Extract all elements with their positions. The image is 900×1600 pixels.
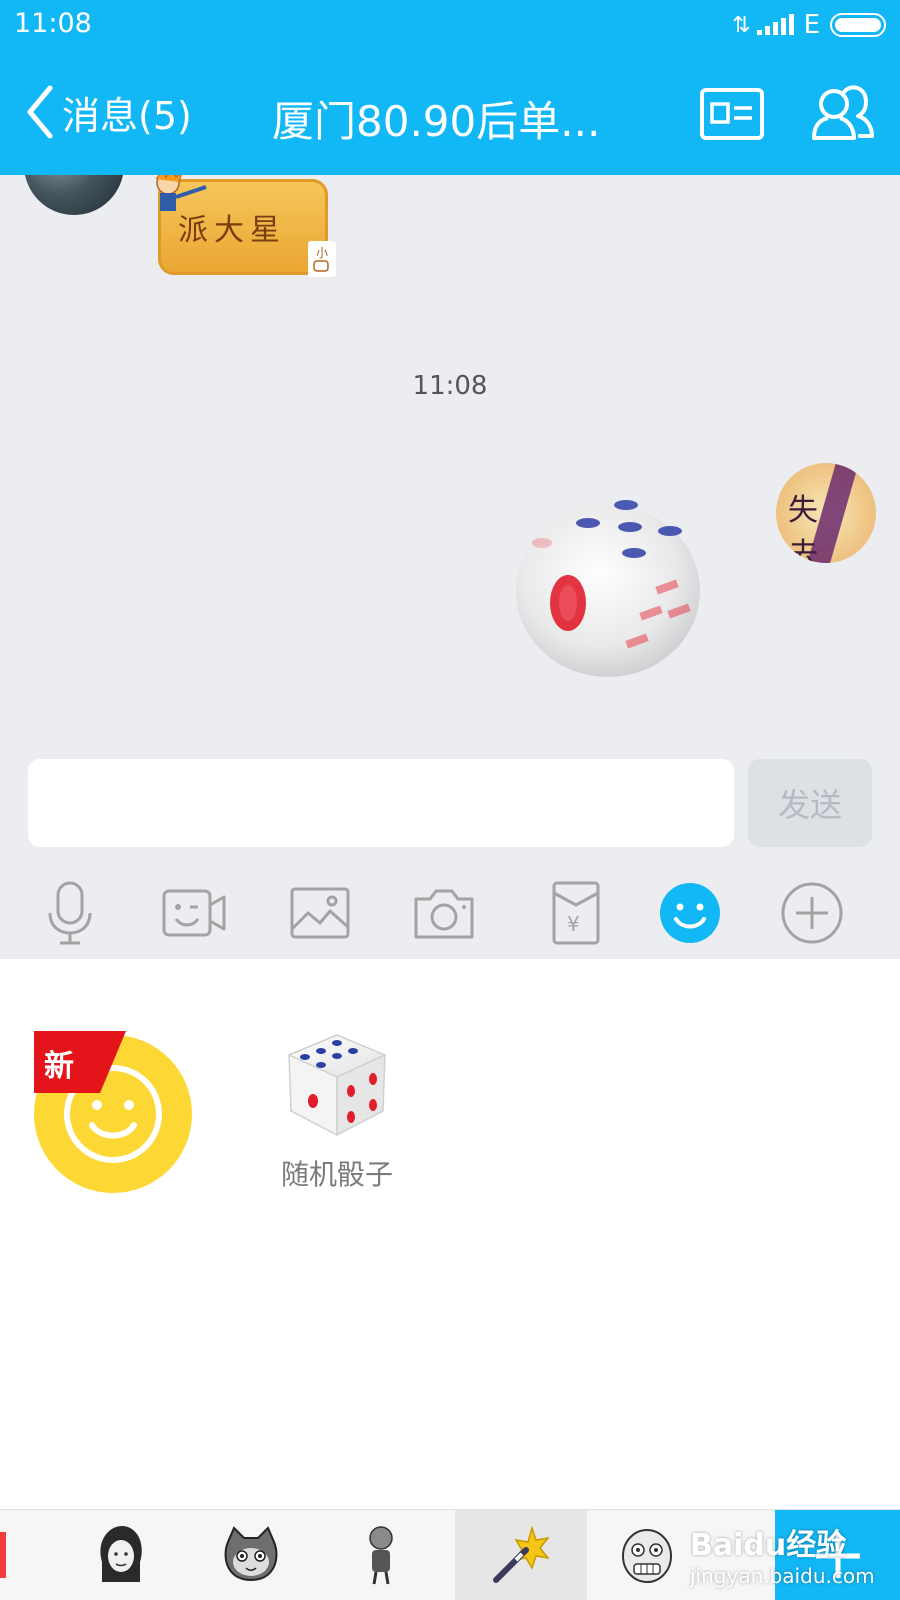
video-emoji-icon — [162, 889, 226, 937]
camera-icon — [414, 889, 474, 939]
input-toolbar: ¥ — [0, 867, 900, 959]
composer: 发送 — [0, 757, 900, 867]
network-type: E — [803, 10, 820, 40]
sticker-tag: 小 — [308, 241, 336, 277]
random-dice-item[interactable]: 随机骰子 — [272, 1029, 402, 1209]
chat-area[interactable]: 派大星 小 11:08 失 去 — [0, 175, 900, 757]
svg-text:小: 小 — [316, 246, 328, 260]
camera-button[interactable] — [408, 877, 480, 949]
back-button[interactable]: 消息(5) — [24, 82, 192, 142]
sender-avatar[interactable] — [24, 175, 124, 215]
tray-item-funny[interactable] — [610, 1518, 684, 1592]
group-members-icon[interactable] — [808, 78, 878, 148]
emoji-panel: 新 随机骰子 — [0, 959, 900, 1509]
message-timestamp: 11:08 — [412, 371, 488, 401]
battery-icon — [830, 13, 886, 37]
sticker-text: 派大星 — [178, 213, 286, 248]
emoji-icon — [660, 883, 720, 943]
back-chevron-icon — [27, 85, 53, 139]
svg-text:¥: ¥ — [567, 912, 580, 936]
tray-item-girl[interactable] — [84, 1518, 158, 1592]
tray-item-figure[interactable] — [344, 1518, 418, 1592]
my-avatar-text: 失 去 — [788, 493, 846, 563]
cat-sticker-icon — [224, 1526, 278, 1582]
girl-sticker-icon — [100, 1526, 142, 1582]
new-badge-text: 新 — [44, 1049, 74, 1084]
figure-sticker-icon — [369, 1526, 393, 1585]
red-packet-icon: ¥ — [552, 881, 600, 945]
message-input[interactable] — [28, 759, 734, 847]
plus-icon — [781, 882, 843, 944]
voice-button[interactable] — [34, 877, 106, 949]
watermark-brand: Baidu经验 — [690, 1528, 847, 1563]
dice-icon — [288, 1034, 386, 1136]
signal-strength-icon — [756, 14, 794, 35]
dice-label: 随机骰子 — [280, 1158, 393, 1191]
red-packet-button[interactable]: ¥ — [540, 877, 612, 949]
funny-face-icon — [622, 1529, 672, 1583]
incoming-sticker[interactable]: 派大星 小 — [148, 175, 338, 285]
chat-title: 厦门80.90后单... — [272, 97, 601, 146]
dice-roll-message[interactable] — [508, 487, 708, 687]
watermark-url: jingyan.baidu.com — [690, 1564, 875, 1588]
emoji-button[interactable] — [654, 877, 726, 949]
tray-edge-marker — [0, 1532, 6, 1578]
my-avatar[interactable]: 失 去 — [776, 463, 876, 563]
more-button[interactable] — [776, 877, 848, 949]
status-indicators: ⇅ E — [732, 10, 886, 40]
status-time: 11:08 — [14, 8, 92, 39]
video-emoji-button[interactable] — [158, 877, 230, 949]
magic-wand-icon — [493, 1525, 550, 1583]
profile-card-icon[interactable] — [700, 88, 764, 140]
data-activity-icon: ⇅ — [732, 12, 751, 38]
tray-item-cat[interactable] — [214, 1518, 288, 1592]
send-button[interactable]: 发送 — [748, 759, 872, 847]
back-label: 消息(5) — [62, 93, 192, 138]
top-bar: 11:08 ⇅ E 消息(5) 厦门80.90后单... — [0, 0, 900, 175]
tray-item-magic[interactable] — [484, 1518, 558, 1592]
microphone-icon — [48, 881, 92, 945]
image-button[interactable] — [284, 877, 356, 949]
baidu-watermark: Baidu经验 jingyan.baidu.com — [690, 1520, 875, 1588]
image-icon — [290, 887, 350, 939]
